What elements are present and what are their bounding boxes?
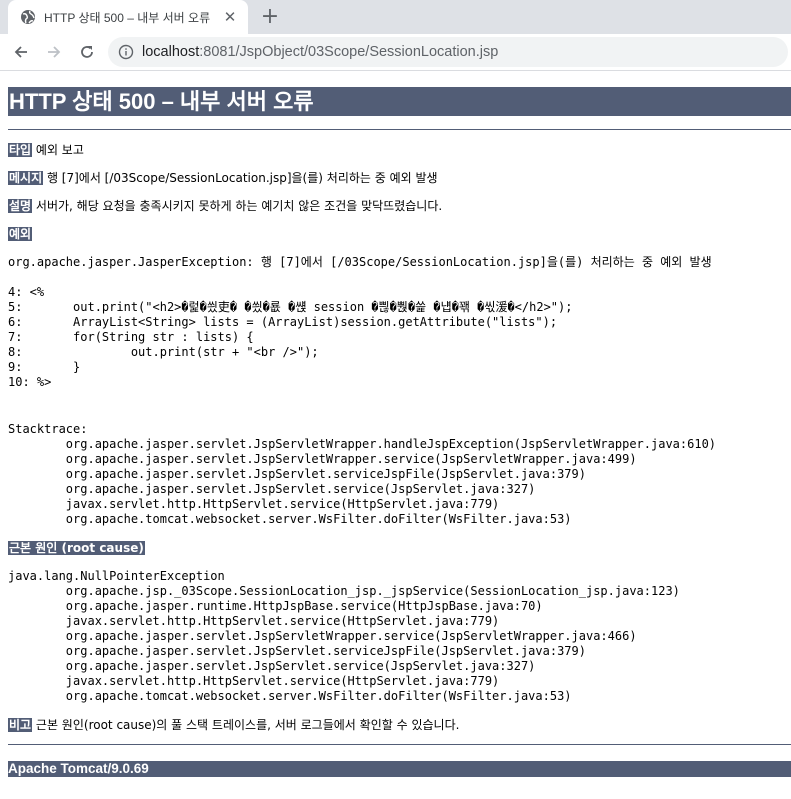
description-line: 설명 서버가, 해당 요청을 충족시키지 못하게 하는 예기치 않은 조건을 맞…	[8, 198, 442, 214]
code-line: 4: <%	[8, 285, 45, 299]
root-cause-heading: 근본 원인 (root cause)	[8, 540, 145, 556]
address-bar[interactable]: localhost:8081/JspObject/03Scope/Session…	[108, 37, 788, 67]
code-line: 5: out.print("<h2>�럹�씠吏� �씠�룞 �썑 session…	[8, 300, 573, 314]
stacktrace-line: org.apache.jasper.servlet.JspServlet.ser…	[8, 659, 536, 673]
stacktrace-line: org.apache.jasper.servlet.JspServlet.ser…	[8, 482, 536, 496]
divider	[8, 129, 791, 130]
page-title: HTTP 상태 500 – 내부 서버 오류	[8, 87, 791, 116]
message-line: 메시지 행 [7]에서 [/03Scope/SessionLocation.js…	[8, 170, 438, 186]
back-icon[interactable]	[8, 39, 34, 65]
stacktrace-line: org.apache.jasper.runtime.HttpJspBase.se…	[8, 599, 543, 613]
globe-icon	[21, 10, 35, 24]
error-page: HTTP 상태 500 – 내부 서버 오류 타입 예외 보고 메시지 행 [7…	[0, 72, 791, 799]
divider	[8, 744, 791, 745]
stacktrace: org.apache.jasper.servlet.JspServletWrap…	[8, 437, 716, 527]
stacktrace-label: Stacktrace:	[8, 422, 88, 436]
code-line: 8: out.print(str + "<br />");	[8, 345, 319, 359]
note-label: 비고	[8, 718, 33, 732]
close-tab-icon[interactable]: ✕	[222, 9, 238, 25]
url-path: :8081/JspObject/03Scope/SessionLocation.…	[199, 44, 499, 60]
code-line: 9: }	[8, 360, 81, 374]
stacktrace-line: org.apache.tomcat.websocket.server.WsFil…	[8, 689, 572, 703]
info-icon[interactable]	[118, 44, 134, 60]
url-text[interactable]: localhost:8081/JspObject/03Scope/Session…	[142, 44, 498, 60]
type-label: 타입	[8, 143, 33, 157]
stacktrace-line: org.apache.jasper.servlet.JspServletWrap…	[8, 437, 717, 451]
url-host: localhost	[142, 44, 200, 60]
server-footer: Apache Tomcat/9.0.69	[8, 761, 791, 777]
browser-toolbar: localhost:8081/JspObject/03Scope/Session…	[0, 34, 791, 71]
code-excerpt: 4: <% 5: out.print("<h2>�럹�씠吏� �씠�룞 �썑 s…	[8, 285, 572, 390]
browser-tab[interactable]: HTTP 상태 500 – 내부 서버 오류 ✕	[8, 0, 248, 34]
type-line: 타입 예외 보고	[8, 142, 84, 158]
code-line: 10: %>	[8, 375, 52, 389]
stacktrace-line: javax.servlet.http.HttpServlet.service(H…	[8, 614, 500, 628]
stacktrace-line: org.apache.jasper.servlet.JspServlet.ser…	[8, 644, 586, 658]
code-line: 6: ArrayList<String> lists = (ArrayList)…	[8, 315, 558, 329]
stacktrace-line: org.apache.jasper.servlet.JspServlet.ser…	[8, 467, 586, 481]
forward-icon[interactable]	[41, 39, 67, 65]
root-cause-exception: java.lang.NullPointerException	[8, 569, 225, 583]
code-line: 7: for(String str : lists) {	[8, 330, 254, 344]
root-cause-stacktrace: org.apache.jsp._03Scope.SessionLocation_…	[8, 584, 680, 704]
exception-line: org.apache.jasper.JasperException: 행 [7]…	[8, 255, 712, 269]
stacktrace-line: org.apache.tomcat.websocket.server.WsFil…	[8, 512, 572, 526]
stacktrace-line: javax.servlet.http.HttpServlet.service(H…	[8, 674, 500, 688]
stacktrace-line: org.apache.jsp._03Scope.SessionLocation_…	[8, 584, 680, 598]
exception-label: 예외	[8, 227, 33, 241]
note-text: 근본 원인(root cause)의 풀 스택 트레이스를, 서버 로그들에서 …	[32, 718, 460, 732]
description-text: 서버가, 해당 요청을 충족시키지 못하게 하는 예기치 않은 조건을 맞닥뜨렸…	[32, 199, 443, 213]
tab-strip: HTTP 상태 500 – 내부 서버 오류 ✕ +	[0, 0, 791, 34]
note-line: 비고 근본 원인(root cause)의 풀 스택 트레이스를, 서버 로그들…	[8, 717, 459, 733]
new-tab-icon[interactable]: +	[258, 5, 282, 29]
tab-title: HTTP 상태 500 – 내부 서버 오류	[44, 10, 211, 25]
exception-heading: 예외	[8, 226, 33, 242]
root-cause-label: 근본 원인 (root cause)	[8, 541, 145, 555]
stacktrace-line: javax.servlet.http.HttpServlet.service(H…	[8, 497, 500, 511]
message-text: 행 [7]에서 [/03Scope/SessionLocation.jsp]을(…	[43, 171, 438, 185]
reload-icon[interactable]	[74, 39, 100, 65]
type-text: 예외 보고	[32, 143, 84, 157]
message-label: 메시지	[8, 171, 44, 185]
stacktrace-line: org.apache.jasper.servlet.JspServletWrap…	[8, 452, 637, 466]
description-label: 설명	[8, 199, 33, 213]
stacktrace-line: org.apache.jasper.servlet.JspServletWrap…	[8, 629, 637, 643]
